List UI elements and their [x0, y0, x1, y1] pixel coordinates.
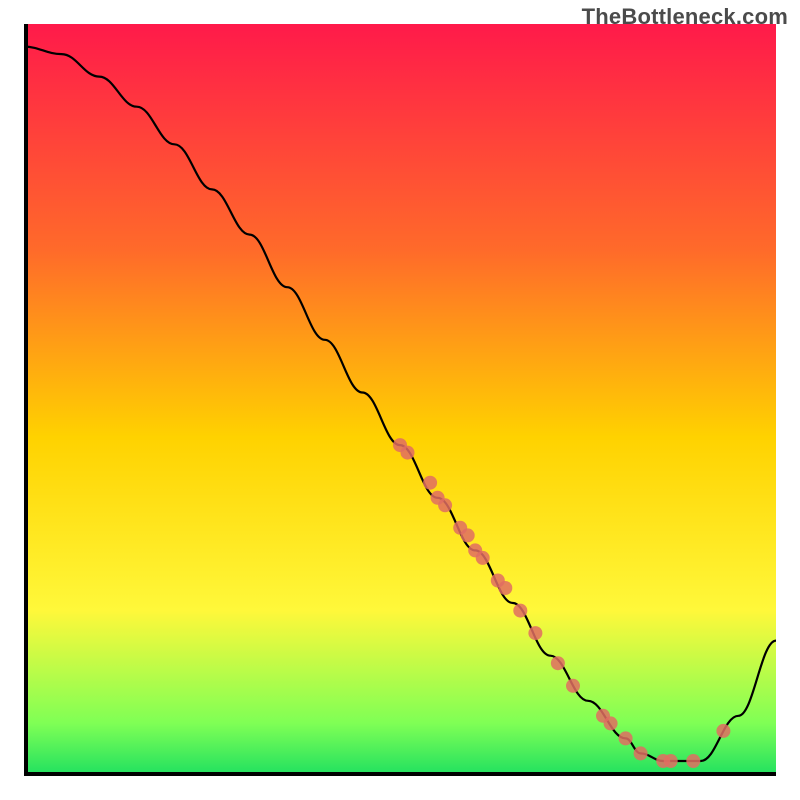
watermark-text: TheBottleneck.com [582, 4, 788, 30]
scatter-dot [619, 731, 633, 745]
scatter-dot [438, 498, 452, 512]
plot-area [24, 24, 776, 776]
scatter-dot [423, 476, 437, 490]
scatter-dot [664, 754, 678, 768]
scatter-dot [461, 528, 475, 542]
scatter-dot [498, 581, 512, 595]
scatter-dot [551, 656, 565, 670]
scatter-dot [401, 446, 415, 460]
chart-container: TheBottleneck.com [0, 0, 800, 800]
scatter-dot [604, 716, 618, 730]
scatter-dot [686, 754, 700, 768]
chart-svg [24, 24, 776, 776]
scatter-dot [513, 604, 527, 618]
scatter-dot [716, 724, 730, 738]
scatter-dot [566, 679, 580, 693]
scatter-dot [634, 746, 648, 760]
scatter-dot [476, 551, 490, 565]
scatter-dot [528, 626, 542, 640]
gradient-bg [24, 24, 776, 776]
